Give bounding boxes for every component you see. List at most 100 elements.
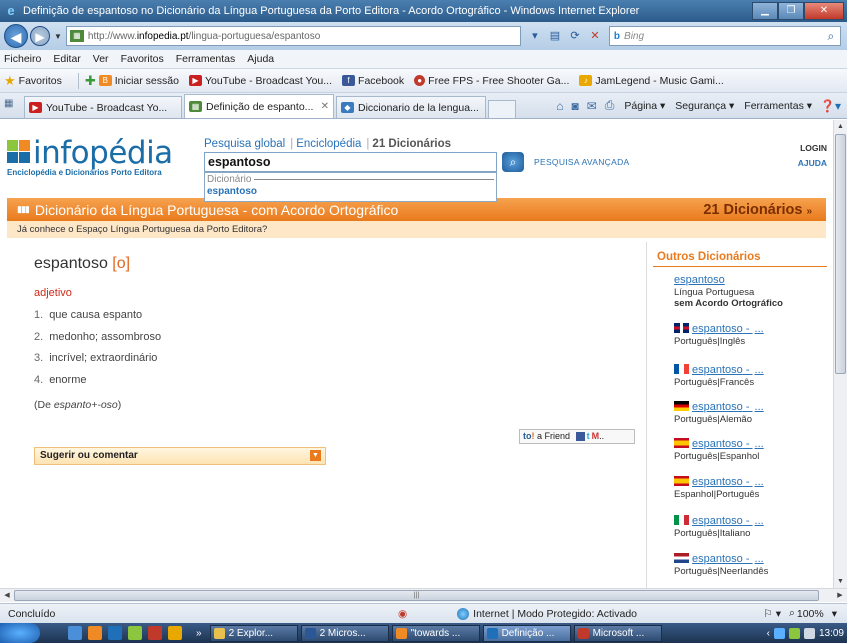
tab-diccionario[interactable]: ◆ Diccionario de la lengua... [336, 96, 486, 118]
infopedia-logo[interactable]: infopédia Enciclopédia e Dicionários Por… [7, 138, 173, 177]
privacy-icon[interactable]: ◉ [398, 608, 407, 620]
favorite-link[interactable]: B Iniciar sessão [98, 75, 179, 87]
add-favorite-icon[interactable]: ✚ [85, 73, 96, 89]
volume-icon[interactable] [803, 627, 815, 639]
favorites-button[interactable]: ★ Favoritos [4, 73, 62, 89]
new-tab-button[interactable] [488, 100, 516, 118]
start-button[interactable] [0, 623, 40, 643]
scroll-up-icon[interactable]: ▲ [834, 120, 847, 133]
taskbar-item[interactable]: Definição ... [482, 624, 571, 642]
help-icon[interactable]: ❓▾ [820, 99, 841, 113]
more-quicklaunch-icon[interactable]: » [196, 628, 202, 639]
refresh-icon[interactable]: ⟳ [565, 27, 585, 45]
other-dict-link[interactable]: espantoso - ... [674, 476, 764, 488]
address-bar[interactable]: ▦ http://www. infopedia.pt/lingua-portugu… [65, 26, 521, 46]
history-dropdown-icon[interactable]: ▼ [54, 32, 62, 41]
scroll-left-icon[interactable]: ◀ [0, 589, 14, 602]
menu-file[interactable]: Ficheiro [4, 53, 41, 65]
login-link[interactable]: LOGIN [798, 141, 827, 156]
horizontal-scrollbar[interactable]: ◀ ||| ▶ [0, 588, 847, 602]
tab-global-search[interactable]: Pesquisa global [204, 138, 285, 150]
twitter-icon[interactable]: t [587, 431, 590, 441]
firefox-icon[interactable] [88, 626, 102, 640]
maximize-button[interactable]: ❐ [778, 2, 804, 20]
tray-icon[interactable] [773, 627, 785, 639]
security-menu[interactable]: Segurança ▾ [675, 100, 734, 112]
app-icon[interactable] [168, 626, 182, 640]
tab-definicao[interactable]: ▦ Definição de espanto... ✕ [184, 94, 334, 118]
scroll-down-icon[interactable]: ▼ [834, 575, 847, 588]
menu-help[interactable]: Ajuda [247, 53, 274, 65]
tab-dictionaries[interactable]: 21 Dicionários [372, 138, 451, 150]
site-favicon-icon: ▦ [69, 30, 84, 42]
mail-icon[interactable]: ✉ [587, 99, 597, 113]
ie-icon[interactable] [108, 626, 122, 640]
menu-edit[interactable]: Editar [53, 53, 80, 65]
show-desktop-icon[interactable] [68, 626, 82, 640]
facebook-icon[interactable] [575, 432, 585, 442]
menu-tools[interactable]: Ferramentas [176, 53, 236, 65]
taskbar-label: "towards ... [410, 627, 461, 639]
close-tab-icon[interactable]: ✕ [321, 101, 329, 112]
media-icon[interactable] [148, 626, 162, 640]
minimize-button[interactable]: ▁ [752, 2, 778, 20]
favorite-link[interactable]: ● Free FPS - Free Shooter Ga... [414, 75, 569, 87]
other-dict-link[interactable]: espantoso [674, 274, 783, 286]
security-zone[interactable]: Internet | Modo Protegido: Activado [457, 607, 637, 620]
tray-expand-icon[interactable]: ‹ [767, 628, 770, 639]
other-dict-link[interactable]: espantoso - ... [674, 401, 764, 413]
taskbar-item[interactable]: 2 Explor... [209, 624, 298, 642]
favorite-link[interactable]: f Facebook [342, 75, 404, 87]
favorite-link[interactable]: ♪ JamLegend - Music Gami... [579, 75, 724, 87]
taskbar-item[interactable]: Microsoft ... [573, 624, 662, 642]
other-dict-item: espantoso - ... Português|Espanhol [674, 438, 764, 462]
suggest-item[interactable]: espantoso [205, 186, 496, 197]
tab-encyclopedia[interactable]: Enciclopédia [296, 138, 361, 150]
site-search-button[interactable]: ⌕ [502, 152, 524, 172]
vertical-scroll-thumb[interactable] [835, 134, 846, 374]
quick-tabs-icon[interactable]: ▦ [4, 98, 20, 114]
menu-view[interactable]: Ver [93, 53, 109, 65]
other-dict-link[interactable]: espantoso - ... [674, 553, 768, 565]
menu-favorites[interactable]: Favoritos [121, 53, 164, 65]
advanced-search-link[interactable]: PESQUISA AVANÇADA [534, 157, 629, 167]
vertical-scrollbar[interactable]: ▲ ▼ [833, 120, 847, 588]
back-button[interactable]: ◀ [4, 24, 28, 48]
other-dict-link[interactable]: espantoso - ... [674, 438, 764, 450]
other-dict-link[interactable]: espantoso - ... [674, 364, 764, 376]
tools-menu[interactable]: Ferramentas ▾ [744, 100, 812, 112]
horizontal-scroll-thumb[interactable]: ||| [14, 590, 819, 601]
home-icon[interactable]: ⌂ [556, 99, 563, 113]
search-box[interactable]: b Bing ⌕ [608, 26, 841, 46]
suggest-comment-button[interactable]: Sugerir ou comentar ▼ [34, 447, 326, 465]
close-window-button[interactable]: ✕ [804, 2, 844, 20]
feeds-icon[interactable]: ◙ [571, 99, 578, 113]
app-icon[interactable] [128, 626, 142, 640]
clock[interactable]: 13:09 [819, 628, 844, 639]
compatibility-view-icon[interactable]: ▤ [545, 27, 565, 45]
help-link[interactable]: AJUDA [798, 156, 827, 171]
favorite-link[interactable]: ▶ YouTube - Broadcast You... [188, 75, 332, 87]
scroll-right-icon[interactable]: ▶ [833, 589, 847, 602]
other-dict-item: espantoso - ... Português|Francês [674, 364, 764, 388]
gmail-icon[interactable]: M [592, 431, 600, 441]
search-go-icon[interactable]: ⌕ [822, 29, 840, 44]
network-icon[interactable] [788, 627, 800, 639]
other-dict-link[interactable]: espantoso - ... [674, 515, 764, 527]
tell-a-friend-button[interactable]: to! a Friend t M.. [519, 429, 635, 444]
other-dict-link[interactable]: espantoso - ... [674, 323, 764, 335]
forward-button[interactable]: ▶ [30, 26, 50, 46]
address-dropdown-icon[interactable]: ▾ [525, 27, 545, 45]
taskbar-item[interactable]: 2 Micros... [300, 624, 389, 642]
zoom-control[interactable]: ⚐ ▾ ⌕ 100% ▾ [755, 607, 837, 620]
taskbar-item[interactable]: "towards ... [391, 624, 480, 642]
promo-notice[interactable]: Já conhece o Espaço Língua Portuguesa da… [7, 221, 826, 238]
site-search-input[interactable]: espantoso [204, 152, 497, 172]
stop-icon[interactable]: ✕ [585, 27, 605, 45]
window-titlebar[interactable]: e Definição de espantoso no Dicionário d… [0, 0, 847, 22]
print-icon[interactable]: ⎙ [605, 98, 615, 113]
tab-youtube[interactable]: ▶ YouTube - Broadcast Yo... [24, 96, 182, 118]
pronunciation: [o] [112, 255, 131, 272]
page-menu[interactable]: Página ▾ [624, 100, 665, 112]
dictionaries-dropdown[interactable]: 21 Dicionários» [703, 202, 812, 218]
